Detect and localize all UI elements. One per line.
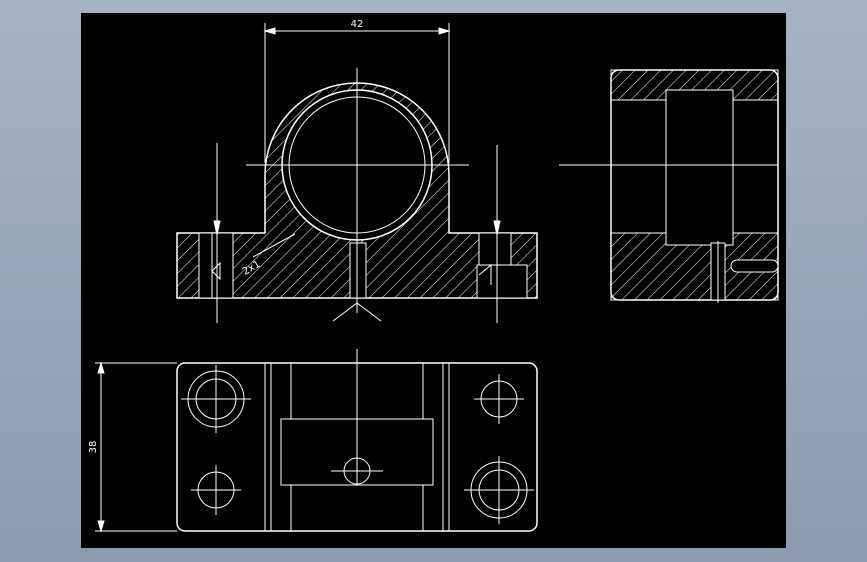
front-view-left-slot xyxy=(198,232,234,299)
dim-38-arrow-bottom xyxy=(97,520,105,533)
front-view xyxy=(176,23,538,323)
dim-38-arrow-top xyxy=(97,361,105,374)
dim-42-arrow-left xyxy=(263,27,276,35)
side-view-slot-hole xyxy=(730,259,779,273)
dim-38-label: 38 xyxy=(88,441,99,454)
top-view xyxy=(95,349,538,533)
front-view-bottom-hole xyxy=(349,242,367,299)
dim-42-label: 42 xyxy=(351,19,364,30)
drawing-canvas: 42 2x1 38 xyxy=(81,13,786,548)
side-view xyxy=(559,69,779,303)
side-view-slot xyxy=(665,89,734,246)
dim-42-arrow-right xyxy=(438,27,451,35)
cad-drawing: 42 2x1 38 xyxy=(88,19,779,533)
